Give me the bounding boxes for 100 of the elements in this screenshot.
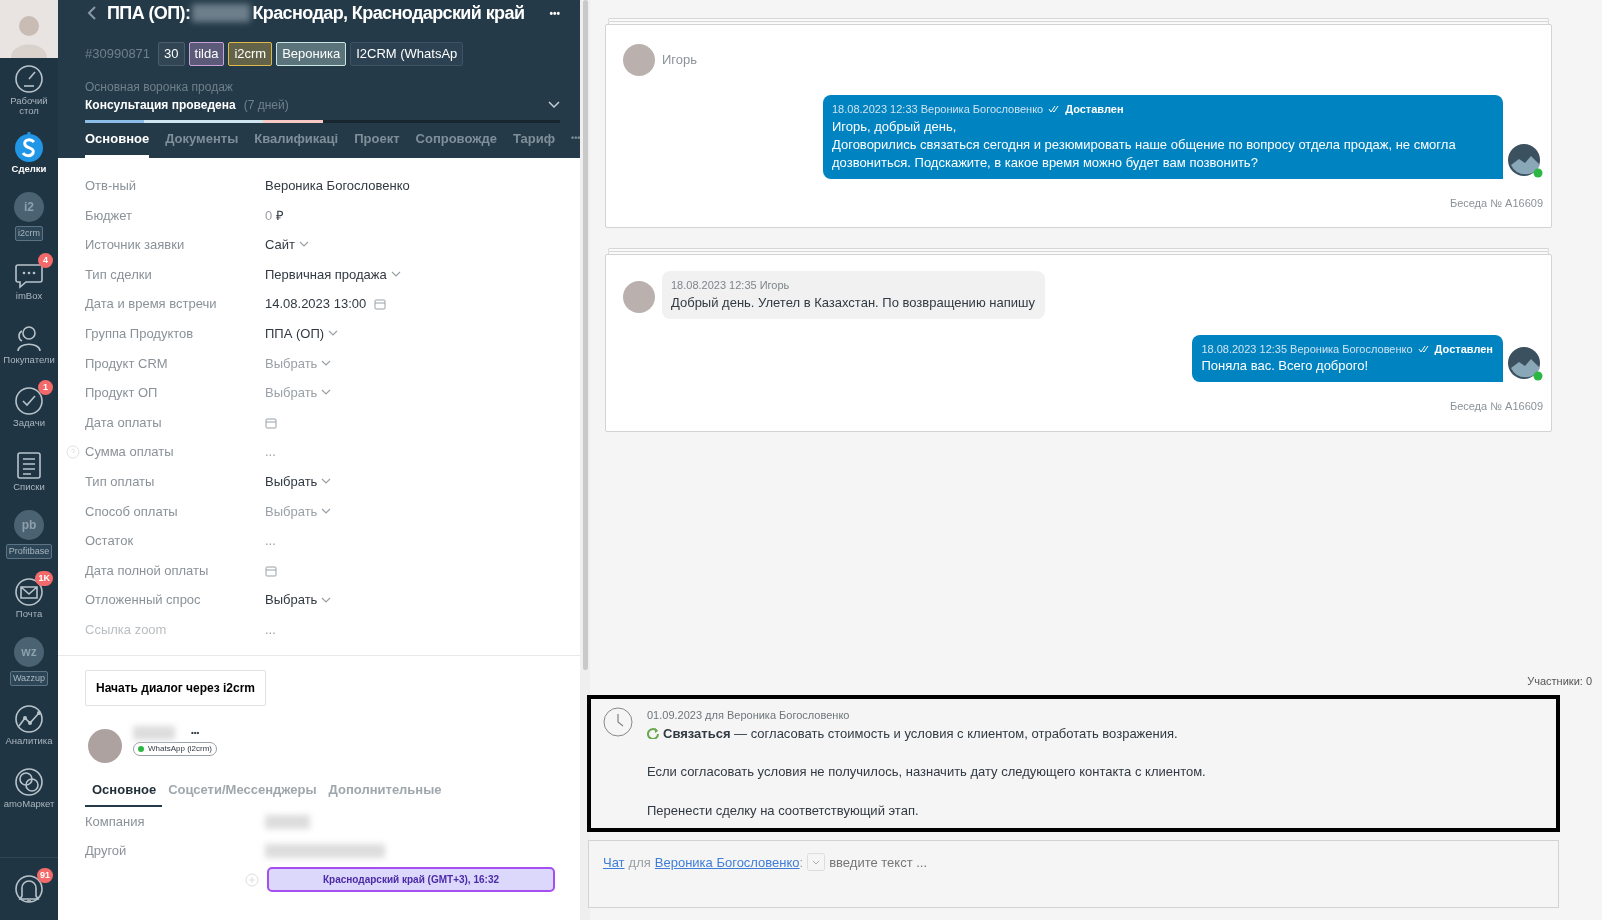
- nav-label[interactable]: imBox: [15, 291, 43, 302]
- analytics-icon[interactable]: [14, 703, 44, 734]
- more-button[interactable]: •••: [191, 726, 200, 739]
- task-text: Связаться — согласовать стоимость и условия с клиентом, отработать возражения.: [663, 724, 1178, 743]
- field-label: Компания: [85, 812, 146, 831]
- notification-badge: 91: [37, 867, 53, 883]
- field-label: Ссылка zoom: [85, 620, 168, 639]
- field-label: Тип оплаты: [85, 473, 156, 491]
- double-check-icon: [1417, 344, 1430, 353]
- contact-name[interactable]: Игорь: [662, 50, 698, 70]
- back-icon[interactable]: [85, 5, 99, 21]
- recipient-link[interactable]: Вероника Богословенко: [654, 853, 800, 873]
- tab[interactable]: Основное: [85, 128, 150, 158]
- field-label: Продукт ОП: [85, 384, 159, 403]
- market-icon[interactable]: [14, 767, 44, 798]
- message-meta: 18.08.2023 12:35 Вероника Богословенко: [1201, 341, 1413, 357]
- select-field[interactable]: Сайт: [265, 235, 295, 255]
- redacted-text: [192, 4, 251, 22]
- gauge-icon[interactable]: [14, 63, 44, 94]
- double-check-icon: [1048, 105, 1061, 114]
- nav-label[interactable]: Рабочий стол: [0, 95, 58, 116]
- nav-label[interactable]: Почта: [15, 608, 43, 619]
- field-value[interactable]: 14.08.2023 13:00: [265, 294, 367, 314]
- select-field[interactable]: Выбрать: [265, 472, 318, 492]
- field-label: Отложенный спрос: [85, 591, 202, 610]
- field-label: Бюджет: [85, 206, 134, 225]
- currency-sign: ₽: [276, 206, 285, 225]
- redacted-text: [133, 725, 175, 740]
- tag[interactable]: i2crm: [228, 42, 273, 66]
- app-label[interactable]: Wazzup: [9, 670, 49, 686]
- stage-name[interactable]: Консультация проведена: [85, 95, 236, 114]
- task-text: Перенести сделку на соответствующий этап.: [647, 801, 920, 820]
- select-field[interactable]: ППА (ОП): [265, 324, 325, 344]
- field-label: Источник заявки: [85, 236, 186, 255]
- field-label: Другой: [85, 841, 128, 860]
- field-label: Дата оплаты: [85, 413, 163, 432]
- scrollbar-thumb[interactable]: [582, 0, 588, 670]
- avatar-icon: [1507, 346, 1543, 382]
- timezone-badge: Краснодарский край (GMT+3), 16:32: [267, 867, 555, 892]
- conversation-number: Беседа № A16609: [1448, 399, 1543, 414]
- conversation-number: Беседа № A16609: [1448, 195, 1543, 211]
- composer-text: для: [628, 854, 651, 872]
- dollar-icon[interactable]: [14, 132, 44, 163]
- deal-title: ППА (ОП):: [107, 1, 191, 25]
- avatar-icon: [620, 41, 658, 79]
- task-text: Если согласовать условия не получилось, назначить дату следующего контакта с клиентом.: [647, 763, 1206, 781]
- field-label: Сумма оплаты: [85, 443, 175, 462]
- chat-link[interactable]: Чат: [603, 853, 625, 873]
- tab[interactable]: Тариф: [512, 128, 556, 158]
- field-label: Дата и время встречи: [85, 295, 218, 314]
- tab[interactable]: Проект: [354, 128, 400, 158]
- tab[interactable]: Основное: [85, 779, 163, 807]
- notification-badge: 4: [38, 253, 53, 269]
- redacted-text: [265, 814, 310, 829]
- tag[interactable]: tilda: [188, 42, 225, 66]
- field-label: Дата полной оплаты: [85, 561, 210, 580]
- message-text: Игорь, добрый день, Договорились связаться сегодня и резюмировать наше общение по вопросу отдела продаж, не смогла дозвониться. Подскажите, в какое время можно будет вам позвонить?: [832, 117, 1457, 172]
- app-label[interactable]: i2crm: [15, 226, 43, 242]
- select-field[interactable]: Выбрать: [265, 590, 318, 610]
- calendar-icon[interactable]: [374, 298, 387, 311]
- field-label: Отв-ный: [85, 177, 138, 196]
- list-icon[interactable]: [14, 449, 44, 480]
- nav-label[interactable]: Покупатели: [3, 354, 55, 365]
- pipeline-name: Основная воронка продаж: [85, 78, 234, 96]
- tab[interactable]: Сопровожде: [415, 128, 497, 158]
- app-label[interactable]: Profitbase: [5, 543, 53, 559]
- tag[interactable]: Вероника: [276, 42, 347, 66]
- message-text: Поняла вас. Всего доброго!: [1201, 357, 1370, 375]
- nav-label[interactable]: Сделки: [11, 164, 47, 175]
- calendar-icon[interactable]: [265, 416, 277, 429]
- nav-label[interactable]: Аналитика: [5, 735, 53, 746]
- whatsapp-icon: [138, 745, 144, 752]
- calendar-icon[interactable]: [265, 564, 277, 577]
- chevron-icon[interactable]: [548, 100, 560, 109]
- field-label: Тип сделки: [85, 265, 153, 284]
- tab[interactable]: Документы: [165, 128, 239, 158]
- message-input[interactable]: введите текст ...: [829, 853, 1130, 873]
- notification-badge: 1K: [35, 570, 53, 586]
- field-value[interactable]: Вероника Богословенко: [265, 176, 410, 196]
- check-icon[interactable]: [14, 386, 44, 417]
- deal-id: #30990871: [85, 45, 151, 63]
- tag[interactable]: 30: [158, 42, 185, 66]
- tab[interactable]: Квалификаці: [254, 128, 339, 158]
- dialog-button[interactable]: Начать диалог через i2crm: [85, 669, 267, 706]
- participants-count: Участники: 0: [1526, 673, 1592, 689]
- tag[interactable]: I2CRM (WhatsAp: [350, 42, 464, 66]
- composer-text: :: [799, 854, 804, 872]
- more-button[interactable]: •••: [571, 131, 581, 158]
- deal-title: Краснодар, Краснодарский край: [252, 1, 525, 25]
- nav-label[interactable]: Задачи: [13, 418, 45, 429]
- select-field[interactable]: Первичная продажа: [265, 264, 387, 285]
- stage-duration: (7 дней): [243, 96, 289, 114]
- field-label: Группа Продуктов: [85, 325, 195, 343]
- notification-badge: 1: [38, 380, 53, 396]
- nav-label[interactable]: Списки: [13, 481, 45, 492]
- more-button[interactable]: •••: [549, 5, 560, 21]
- refresh-icon: [647, 727, 659, 740]
- field-label: Остаток: [85, 532, 135, 551]
- message-meta: 18.08.2023 12:33 Вероника Богословенко: [832, 102, 1044, 117]
- nav-label[interactable]: amoМаркет: [3, 799, 55, 810]
